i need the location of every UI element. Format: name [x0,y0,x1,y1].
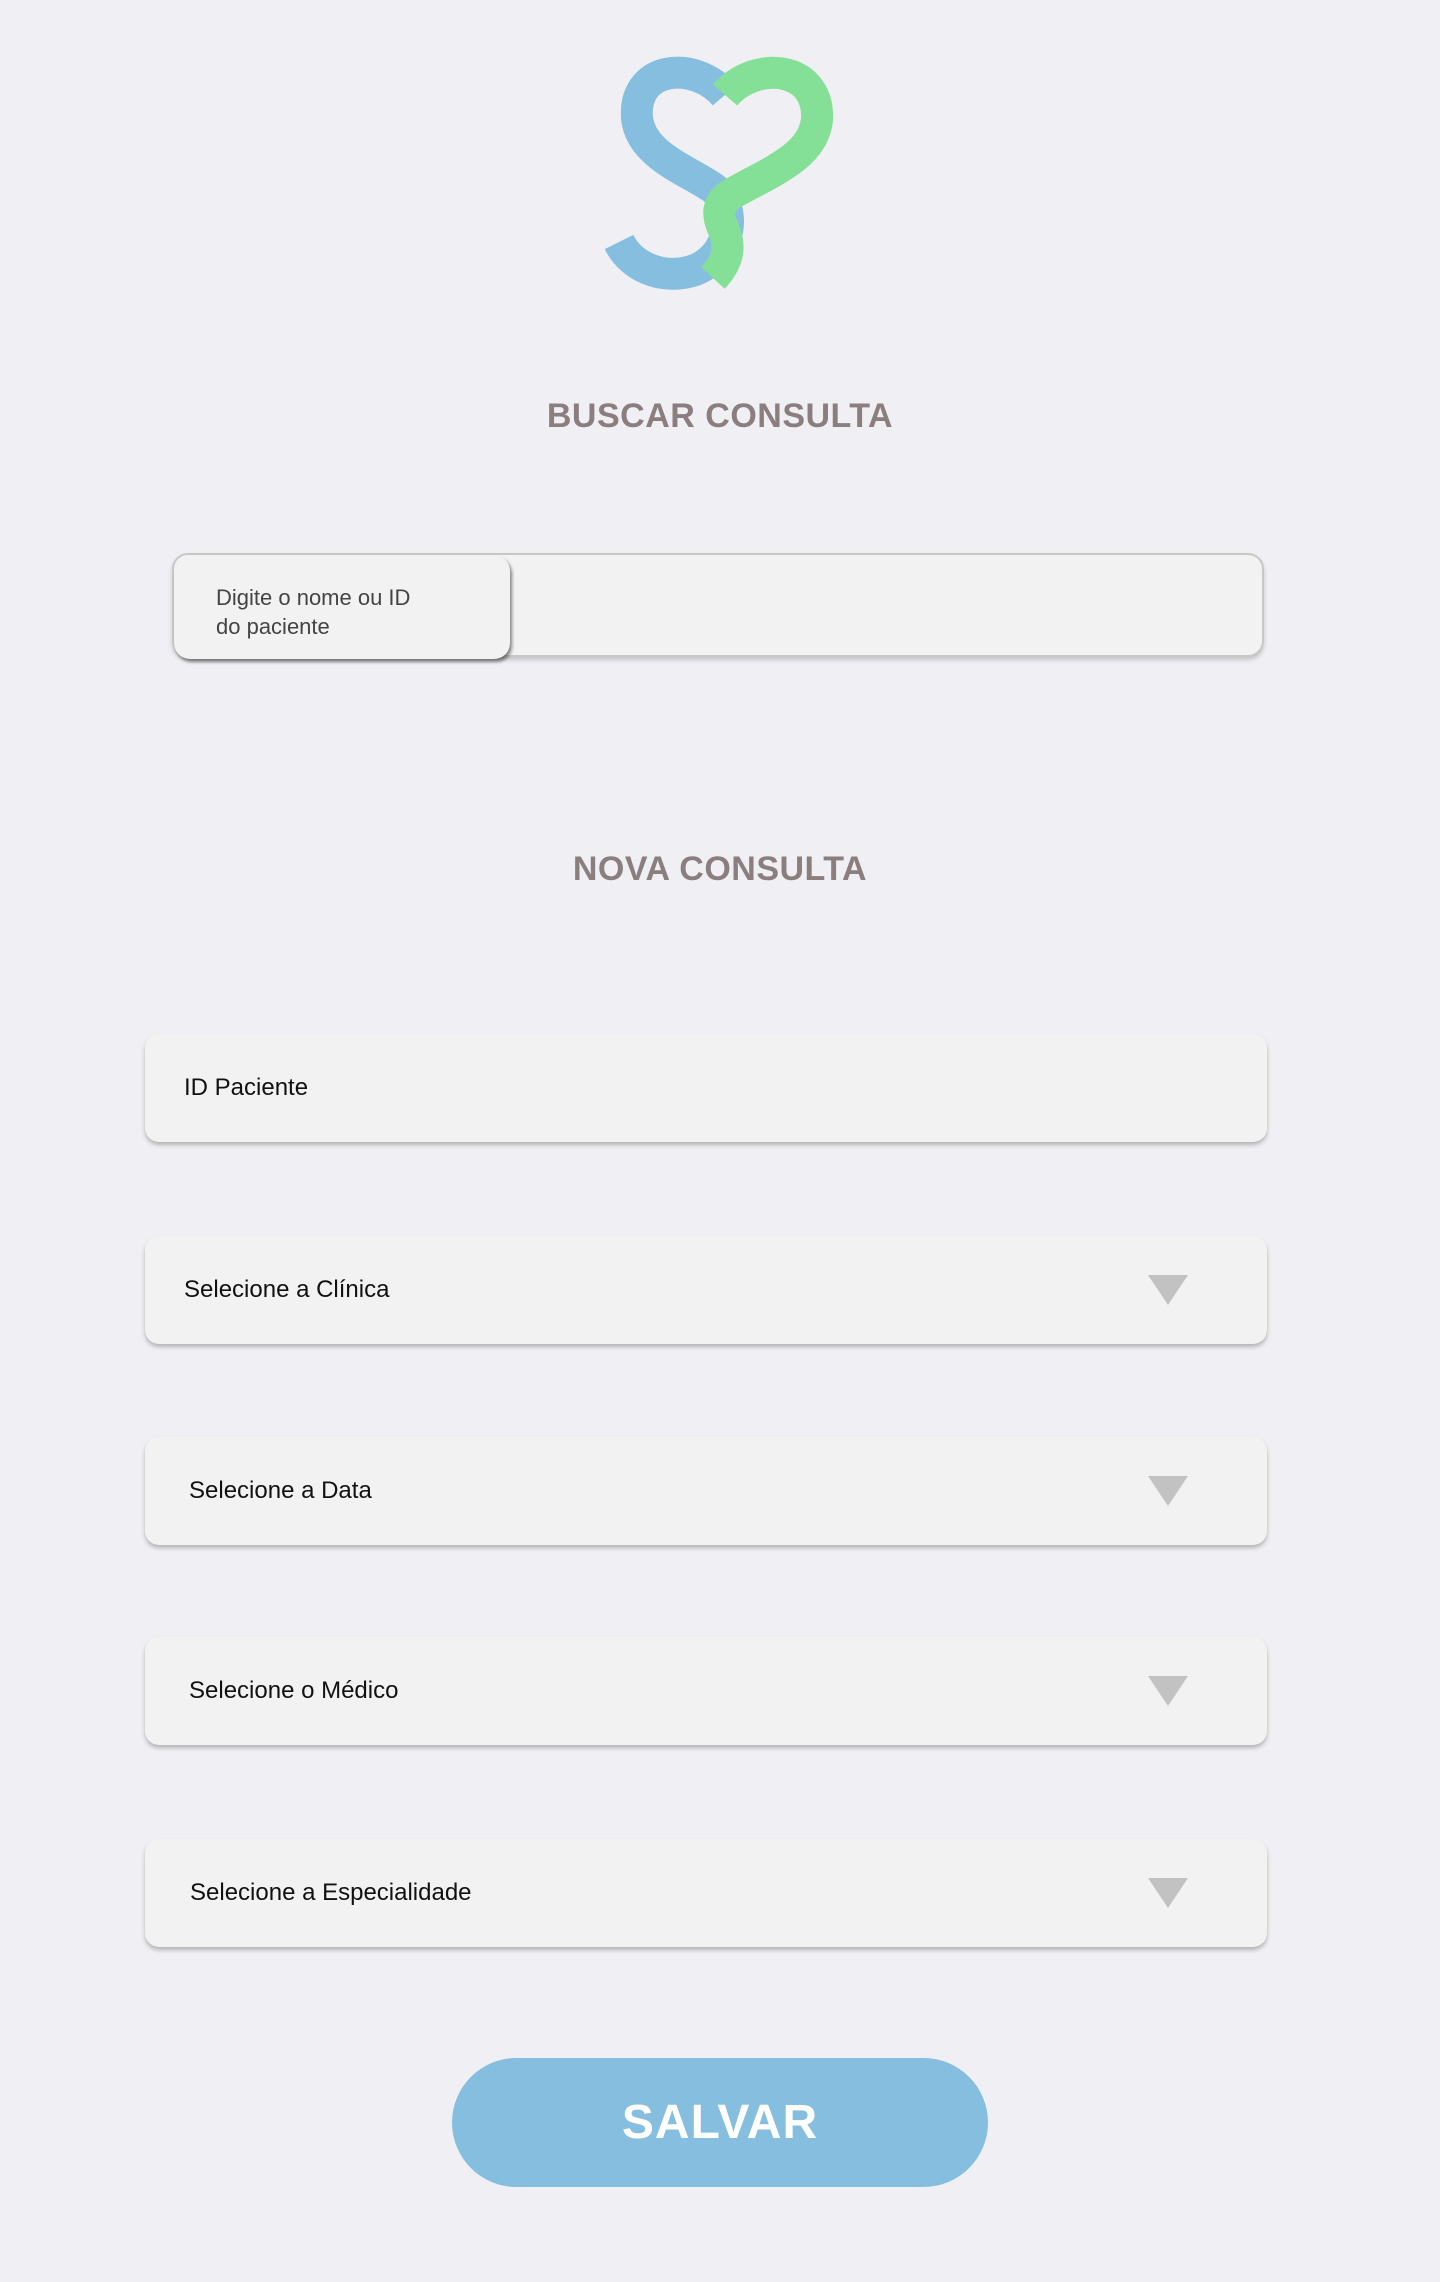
search-placeholder-line-1: Digite o nome ou ID [216,585,411,610]
doctor-select-label: Selecione o Médico [189,1677,399,1704]
app-logo [604,50,835,300]
chevron-down-icon[interactable] [1148,1275,1188,1305]
save-button[interactable]: SALVAR [452,2058,988,2187]
search-section-title: BUSCAR CONSULTA [546,397,894,435]
heart-s-logo-icon [604,56,833,290]
clinic-select-label: Selecione a Clínica [184,1276,390,1303]
search-placeholder-line-2: do paciente [216,614,330,639]
specialty-select[interactable]: Selecione a Especialidade [145,1839,1267,1947]
chevron-down-icon[interactable] [1148,1676,1188,1706]
search-input[interactable]: Digite o nome ou ID do paciente [172,553,1264,659]
patient-id-label: ID Paciente [184,1074,309,1101]
date-select-label: Selecione a Data [189,1477,372,1504]
chevron-down-icon[interactable] [1148,1878,1188,1908]
date-select[interactable]: Selecione a Data [145,1437,1267,1545]
chevron-down-icon[interactable] [1148,1476,1188,1506]
new-section-title: NOVA CONSULTA [572,850,868,888]
specialty-select-label: Selecione a Especialidade [190,1879,472,1906]
doctor-select[interactable]: Selecione o Médico [145,1637,1267,1745]
patient-id-field[interactable]: ID Paciente [145,1034,1267,1142]
clinic-select[interactable]: Selecione a Clínica [145,1236,1267,1344]
search-placeholder: Digite o nome ou ID do paciente [174,555,510,659]
